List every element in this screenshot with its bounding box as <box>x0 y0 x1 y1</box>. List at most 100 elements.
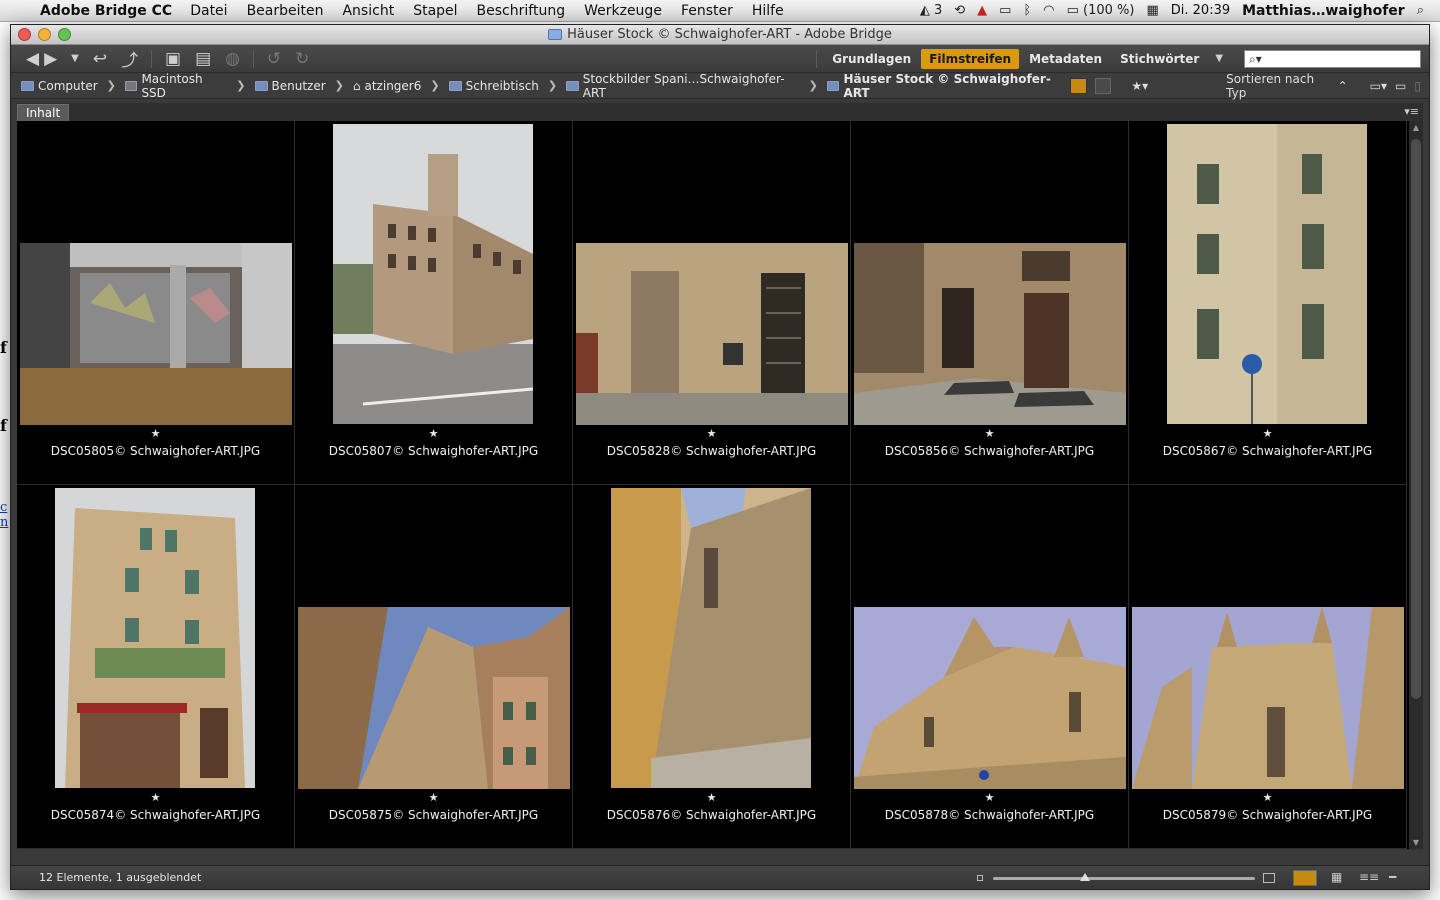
refine-icon[interactable]: ▤ <box>195 49 211 69</box>
rating-star[interactable]: ★ <box>295 427 572 440</box>
close-window-button[interactable] <box>18 28 31 41</box>
file-name[interactable]: DSC05878© Schwaighofer-ART.JPG <box>851 808 1128 822</box>
sort-dropdown[interactable]: Sortieren nach Typ <box>1226 72 1329 100</box>
breadcrumb-separator-icon[interactable]: ❯ <box>430 79 439 92</box>
quality-preview-toggle[interactable] <box>1069 77 1087 94</box>
zoom-out-icon[interactable] <box>977 875 983 881</box>
wifi-icon[interactable]: ◠ <box>1043 3 1054 18</box>
rating-star[interactable]: ★ <box>851 791 1128 804</box>
back-icon[interactable]: ◀ <box>26 49 39 69</box>
thumbnail-cell[interactable]: ★ DSC05828© Schwaighofer-ART.JPG <box>573 121 851 485</box>
thumbnail-cell[interactable]: ★ DSC05856© Schwaighofer-ART.JPG <box>851 121 1129 485</box>
file-name[interactable]: DSC05807© Schwaighofer-ART.JPG <box>295 444 572 458</box>
sort-direction-icon[interactable]: ⌃ <box>1338 79 1348 93</box>
minimize-window-button[interactable] <box>38 28 51 41</box>
time-machine-icon[interactable]: ⟲ <box>954 3 965 18</box>
thumbnail-cell[interactable]: ★ DSC05879© Schwaighofer-ART.JPG <box>1129 485 1407 849</box>
rating-star[interactable]: ★ <box>573 427 850 440</box>
breadcrumb-stockbilder[interactable]: Stockbilder Spani…Schwaighofer-ART ❯ <box>566 72 827 100</box>
breadcrumb-atzinger6[interactable]: ⌂ atzinger6 ❯ <box>353 79 449 93</box>
delete-icon[interactable]: ▯ <box>1414 79 1421 93</box>
recent-dropdown-icon[interactable]: ▼ <box>71 53 79 64</box>
breadcrumb-separator-icon[interactable]: ❯ <box>809 79 818 92</box>
file-name[interactable]: DSC05828© Schwaighofer-ART.JPG <box>573 444 850 458</box>
image-thumbnail[interactable] <box>576 243 848 425</box>
rotate-right-icon[interactable]: ↻ <box>295 49 309 69</box>
search-input[interactable]: ⌕▾ <box>1244 49 1421 68</box>
tab-inhalt[interactable]: Inhalt <box>17 104 70 121</box>
calendar-icon[interactable]: ▦ <box>1146 3 1158 18</box>
thumbnail-quality-dropdown[interactable] <box>1094 77 1112 94</box>
content-scrollbar[interactable]: ▲ ▼ <box>1409 121 1423 849</box>
rating-star[interactable]: ★ <box>1129 427 1406 440</box>
workspace-filmstreifen[interactable]: Filmstreifen <box>921 48 1020 69</box>
breadcrumb-current-folder[interactable]: Häuser Stock © Schwaighofer-ART <box>826 72 1070 100</box>
thumbnail-cell[interactable]: ★ DSC05875© Schwaighofer-ART.JPG <box>295 485 573 849</box>
rating-star[interactable]: ★ <box>573 791 850 804</box>
slider-knob[interactable] <box>1079 873 1090 881</box>
menu-datei[interactable]: Datei <box>190 3 227 19</box>
app-menu[interactable]: Adobe Bridge CC <box>40 3 172 19</box>
breadcrumb-separator-icon[interactable]: ❯ <box>335 79 344 92</box>
rating-star[interactable]: ★ <box>851 427 1128 440</box>
menu-ansicht[interactable]: Ansicht <box>342 3 394 19</box>
scroll-down-icon[interactable]: ▼ <box>1409 838 1423 847</box>
workspace-metadaten[interactable]: Metadaten <box>1021 49 1110 69</box>
filter-star-icon[interactable]: ★▾ <box>1131 79 1148 93</box>
file-name[interactable]: DSC05879© Schwaighofer-ART.JPG <box>1129 808 1406 822</box>
image-thumbnail[interactable] <box>1132 607 1404 789</box>
adobe-creative-cloud-icon[interactable]: ◭ 3 <box>920 3 942 18</box>
panel-menu-icon[interactable]: ▾≡ <box>1404 105 1419 118</box>
rating-star[interactable]: ★ <box>17 791 294 804</box>
thumbnail-size-slider[interactable] <box>993 873 1255 881</box>
forward-icon[interactable]: ▶ <box>44 49 57 69</box>
image-thumbnail[interactable] <box>611 488 811 788</box>
breadcrumb-separator-icon[interactable]: ❯ <box>236 79 245 92</box>
window-titlebar[interactable]: Häuser Stock © Schwaighofer-ART - Adobe … <box>11 25 1429 45</box>
thumbnail-cell[interactable]: ★ DSC05867© Schwaighofer-ART.JPG <box>1129 121 1407 485</box>
bluetooth-icon[interactable]: ᛒ <box>1023 3 1031 18</box>
thumbnail-cell[interactable]: ★ DSC05878© Schwaighofer-ART.JPG <box>851 485 1129 849</box>
image-thumbnail[interactable] <box>854 243 1126 425</box>
view-list-button[interactable]: ≡≡ <box>1359 870 1383 886</box>
view-details-button[interactable]: ▦ <box>1331 870 1355 886</box>
display-icon[interactable]: ▭ <box>999 3 1011 18</box>
user-menu[interactable]: Matthias…waighofer <box>1242 3 1405 19</box>
rating-star[interactable]: ★ <box>17 427 294 440</box>
scroll-up-icon[interactable]: ▲ <box>1409 123 1423 132</box>
file-name[interactable]: DSC05875© Schwaighofer-ART.JPG <box>295 808 572 822</box>
reveal-recent-icon[interactable]: ⤴ <box>121 46 138 71</box>
camera-import-icon[interactable]: ▣ <box>165 49 181 69</box>
menu-hilfe[interactable]: Hilfe <box>752 3 784 19</box>
breadcrumb-macintosh-ssd[interactable]: Macintosh SSD ❯ <box>124 72 255 100</box>
file-name[interactable]: DSC05874© Schwaighofer-ART.JPG <box>17 808 294 822</box>
spotlight-icon[interactable]: ⌕ <box>1417 3 1424 18</box>
image-thumbnail[interactable] <box>333 124 533 424</box>
thumbnail-cell[interactable]: ★ DSC05807© Schwaighofer-ART.JPG <box>295 121 573 485</box>
open-recent-folder-icon[interactable]: ▭▾ <box>1370 79 1387 93</box>
zoom-in-icon[interactable] <box>1263 873 1275 883</box>
menu-werkzeuge[interactable]: Werkzeuge <box>584 3 662 19</box>
breadcrumb-separator-icon[interactable]: ❯ <box>548 79 557 92</box>
thumbnail-cell[interactable]: ★ DSC05805© Schwaighofer-ART.JPG <box>17 121 295 485</box>
rating-star[interactable]: ★ <box>295 791 572 804</box>
file-name[interactable]: DSC05867© Schwaighofer-ART.JPG <box>1129 444 1406 458</box>
breadcrumb-separator-icon[interactable]: ❯ <box>107 79 116 92</box>
breadcrumb-benutzer[interactable]: Benutzer ❯ <box>254 79 353 93</box>
breadcrumb-schreibtisch[interactable]: Schreibtisch ❯ <box>448 79 567 93</box>
image-thumbnail[interactable] <box>854 607 1126 789</box>
clock[interactable]: Di. 20:39 <box>1171 3 1230 18</box>
image-thumbnail[interactable] <box>1167 124 1367 424</box>
rating-star[interactable]: ★ <box>1129 791 1406 804</box>
thumbnail-cell[interactable]: ★ DSC05876© Schwaighofer-ART.JPG <box>573 485 851 849</box>
workspace-stichwoerter[interactable]: Stichwörter <box>1112 49 1207 69</box>
image-thumbnail[interactable] <box>20 243 292 425</box>
workspace-dropdown-icon[interactable]: ▼ <box>1215 53 1223 64</box>
thumbnail-cell[interactable]: ★ DSC05874© Schwaighofer-ART.JPG <box>17 485 295 849</box>
breadcrumb-computer[interactable]: Computer ❯ <box>21 79 125 93</box>
open-in-camera-raw-icon[interactable]: ◍ <box>225 49 240 69</box>
image-thumbnail[interactable] <box>298 607 570 789</box>
battery-icon[interactable]: ▭ (100 %) <box>1067 3 1135 18</box>
file-name[interactable]: DSC05805© Schwaighofer-ART.JPG <box>17 444 294 458</box>
menu-bearbeiten[interactable]: Bearbeiten <box>247 3 324 19</box>
